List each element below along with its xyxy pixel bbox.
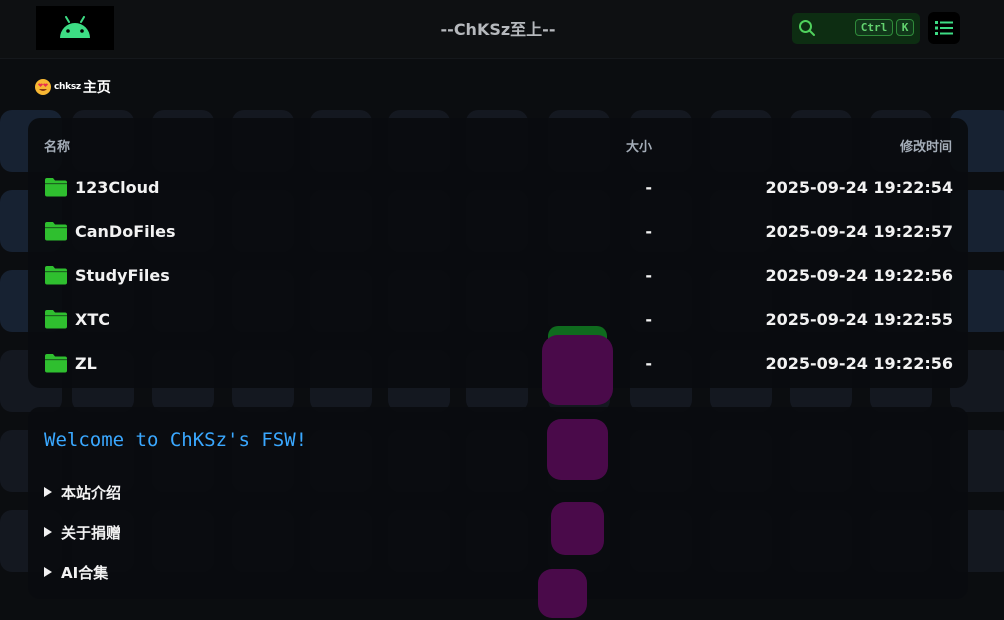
- section-label: 本站介绍: [61, 483, 122, 502]
- section-label: 关于捐赠: [61, 523, 122, 542]
- file-name[interactable]: 123Cloud: [75, 178, 159, 197]
- collapsible-section[interactable]: 本站介绍: [44, 482, 121, 502]
- column-modified-header[interactable]: 修改时间: [900, 136, 952, 155]
- table-row[interactable]: StudyFiles - 2025-09-24 19:22:56: [28, 260, 968, 290]
- table-row[interactable]: CanDoFiles - 2025-09-24 19:22:57: [28, 216, 968, 246]
- menu-button[interactable]: [928, 12, 960, 44]
- file-modified: 2025-09-24 19:22:57: [765, 222, 953, 241]
- breadcrumb-home[interactable]: 主页: [83, 77, 111, 97]
- folder-icon: [45, 266, 67, 285]
- top-bar: --ChKSz至上-- Ctrl K: [0, 0, 1004, 59]
- search-icon: [799, 20, 815, 36]
- table-row[interactable]: ZL - 2025-09-24 19:22:56: [28, 348, 968, 378]
- folder-icon: [45, 178, 67, 197]
- collapsible-section[interactable]: 关于捐赠: [44, 522, 121, 542]
- folder-icon: [45, 354, 67, 373]
- file-size: -: [645, 222, 652, 241]
- floating-blob: [547, 419, 608, 480]
- file-modified: 2025-09-24 19:22:56: [765, 354, 953, 373]
- table-row[interactable]: 123Cloud - 2025-09-24 19:22:54: [28, 172, 968, 202]
- floating-blob: [551, 502, 604, 555]
- heart-eyes-emoji-icon: [35, 79, 51, 95]
- file-name[interactable]: ZL: [75, 354, 97, 373]
- file-size: -: [645, 354, 652, 373]
- readme-panel: Welcome to ChKSz's FSW! 本站介绍关于捐赠 AI合集: [28, 407, 968, 599]
- file-size: -: [645, 266, 652, 285]
- file-modified: 2025-09-24 19:22:56: [765, 266, 953, 285]
- file-name[interactable]: StudyFiles: [75, 266, 170, 285]
- file-size: -: [645, 178, 652, 197]
- list-icon: [935, 21, 953, 35]
- triangle-right-icon: [44, 567, 52, 577]
- welcome-heading: Welcome to ChKSz's FSW!: [44, 429, 308, 451]
- floating-blob: [542, 335, 613, 405]
- section-label: AI合集: [61, 563, 109, 582]
- file-name[interactable]: CanDoFiles: [75, 222, 175, 241]
- breadcrumb[interactable]: chksz 主页: [34, 77, 111, 97]
- file-name[interactable]: XTC: [75, 310, 110, 329]
- triangle-right-icon: [44, 487, 52, 497]
- table-row[interactable]: XTC - 2025-09-24 19:22:55: [28, 304, 968, 334]
- column-size-header[interactable]: 大小: [608, 136, 652, 155]
- shortcut-ctrl-key: Ctrl: [855, 19, 893, 36]
- folder-icon: [45, 310, 67, 329]
- table-header: 名称 大小 修改时间: [28, 136, 968, 155]
- file-modified: 2025-09-24 19:22:54: [765, 178, 953, 197]
- floating-blob: [538, 569, 587, 618]
- folder-icon: [45, 222, 67, 241]
- search-button[interactable]: Ctrl K: [792, 13, 920, 44]
- file-list-panel: 名称 大小 修改时间 123Cloud - 2025-09-24 19:22:54 C…: [28, 118, 968, 388]
- triangle-right-icon: [44, 527, 52, 537]
- breadcrumb-user[interactable]: chksz: [54, 82, 81, 92]
- collapsible-section[interactable]: AI合集: [44, 562, 108, 582]
- shortcut-k-key: K: [896, 19, 914, 36]
- file-modified: 2025-09-24 19:22:55: [765, 310, 953, 329]
- file-size: -: [645, 310, 652, 329]
- column-name-header[interactable]: 名称: [44, 136, 70, 155]
